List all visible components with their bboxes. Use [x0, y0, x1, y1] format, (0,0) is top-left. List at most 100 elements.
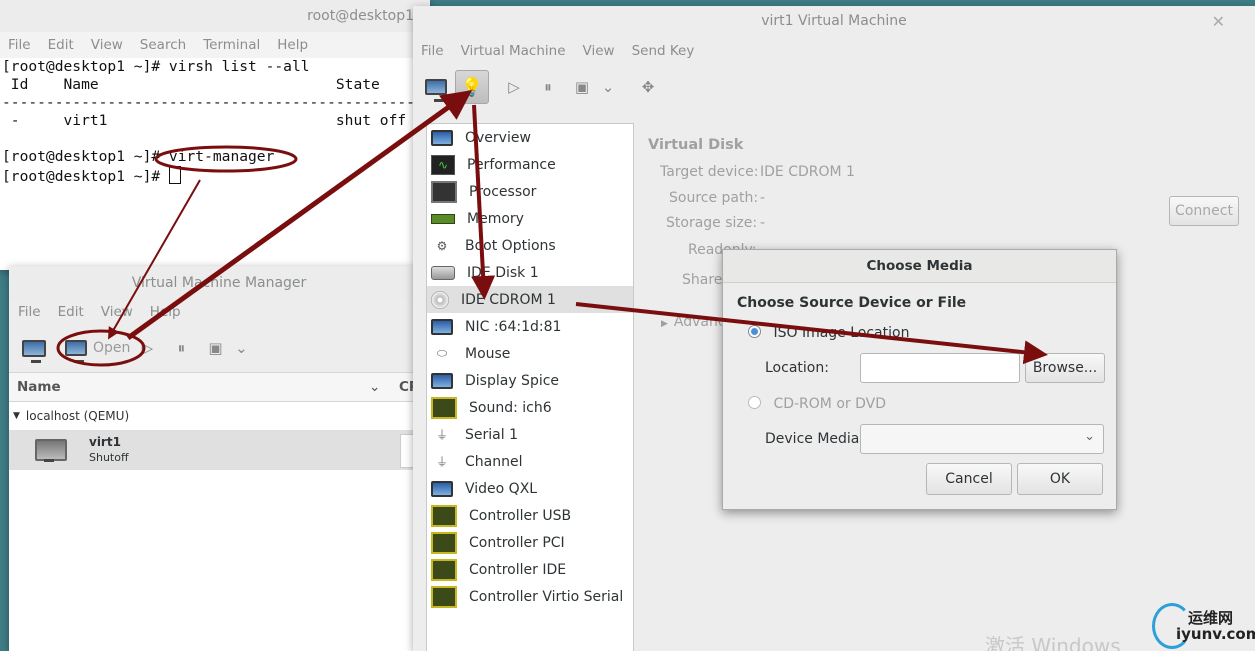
- shutdown-icon[interactable]: ▣: [202, 337, 228, 359]
- menu-file[interactable]: File: [18, 304, 41, 320]
- menu-terminal[interactable]: Terminal: [203, 37, 260, 53]
- new-vm-button[interactable]: [21, 337, 47, 363]
- chevron-down-icon[interactable]: ⌄: [595, 76, 621, 98]
- open-label: Open: [93, 340, 131, 356]
- terminal-line: [root@desktop1 ~]# virsh list --all: [2, 58, 310, 75]
- vm-row[interactable]: virt1 Shutoff: [9, 430, 429, 470]
- expander-icon[interactable]: ▼: [13, 411, 20, 421]
- radio-icon: [748, 396, 761, 409]
- hw-label: IDE CDROM 1: [461, 291, 556, 308]
- source-path-label: Source path:: [669, 190, 759, 206]
- menu-file[interactable]: File: [8, 37, 31, 53]
- hw-label: Controller Virtio Serial: [469, 588, 624, 605]
- hw-item-boot-options[interactable]: ⚙ Boot Options: [427, 232, 633, 259]
- disk-icon: [431, 265, 455, 280]
- radio-selected-icon: [748, 325, 761, 338]
- hw-item-ide-disk[interactable]: IDE Disk 1: [427, 259, 633, 286]
- hw-item-nic[interactable]: NIC :64:1d:81: [427, 313, 633, 340]
- hw-item-sound[interactable]: Sound: ich6: [427, 394, 633, 421]
- details-button[interactable]: 💡: [455, 70, 489, 104]
- menu-edit[interactable]: Edit: [48, 37, 74, 53]
- menu-help[interactable]: Help: [277, 37, 308, 53]
- terminal-output[interactable]: [root@desktop1 ~]# virsh list --all Id N…: [0, 58, 430, 186]
- controller-icon: [431, 531, 457, 554]
- shutdown-icon[interactable]: ▣: [569, 76, 595, 98]
- menu-view[interactable]: View: [583, 43, 615, 59]
- hw-label: Performance: [467, 156, 556, 173]
- hw-item-controller-ide[interactable]: Controller IDE: [427, 556, 633, 583]
- browse-button[interactable]: Browse...: [1025, 353, 1105, 383]
- cdrom-label: CD-ROM or DVD: [773, 396, 886, 412]
- vmm-toolbar: Open ▷ ⏸ ▣ ⌄: [9, 324, 429, 372]
- hw-item-controller-pci[interactable]: Controller PCI: [427, 529, 633, 556]
- menu-view[interactable]: View: [101, 304, 133, 320]
- hw-label: Video QXL: [465, 480, 538, 497]
- hw-item-display[interactable]: Display Spice: [427, 367, 633, 394]
- menu-send-key[interactable]: Send Key: [632, 43, 695, 59]
- hw-item-channel[interactable]: ⏚ Channel: [427, 448, 633, 475]
- channel-icon: ⏚: [435, 455, 448, 469]
- run-icon[interactable]: ▷: [134, 337, 160, 359]
- hw-item-processor[interactable]: Processor: [427, 178, 633, 205]
- hw-item-mouse[interactable]: ⬭ Mouse: [427, 340, 633, 367]
- menu-search[interactable]: Search: [140, 37, 186, 53]
- menu-file[interactable]: File: [421, 43, 444, 59]
- hw-item-ide-cdrom[interactable]: IDE CDROM 1: [427, 286, 633, 313]
- cdrom-icon: [431, 290, 449, 309]
- iso-label: ISO Image Location: [773, 325, 910, 341]
- hw-item-overview[interactable]: Overview: [427, 124, 633, 151]
- terminal-line: - virt1 shut off: [2, 112, 407, 129]
- section-title: Virtual Disk: [648, 137, 744, 153]
- site-logo: 运维网 iyunv.com: [1150, 603, 1255, 651]
- iso-radio[interactable]: ISO Image Location: [748, 325, 909, 341]
- hw-label: Memory: [467, 210, 524, 227]
- cdrom-radio[interactable]: CD-ROM or DVD: [748, 396, 886, 412]
- storage-size-value: -: [760, 215, 766, 231]
- choose-media-dialog: Choose Media Choose Source Device or Fil…: [722, 249, 1117, 510]
- console-button[interactable]: [423, 76, 449, 102]
- run-icon[interactable]: ▷: [501, 76, 527, 98]
- hw-item-controller-virtio-serial[interactable]: Controller Virtio Serial: [427, 583, 633, 610]
- hw-item-memory[interactable]: Memory: [427, 205, 633, 232]
- target-device-label: Target device:: [660, 164, 759, 180]
- connect-button[interactable]: Connect: [1169, 196, 1239, 226]
- hw-item-serial[interactable]: ⏚ Serial 1: [427, 421, 633, 448]
- chevron-down-icon[interactable]: ⌄: [369, 379, 380, 395]
- hw-label: Controller IDE: [469, 561, 567, 578]
- hw-label: Overview: [465, 129, 531, 146]
- vmm-menubar: File Edit View Help: [9, 300, 429, 324]
- chevron-down-icon[interactable]: ⌄: [228, 337, 254, 359]
- hw-item-video[interactable]: Video QXL: [427, 475, 633, 502]
- close-icon[interactable]: ✕: [1212, 12, 1225, 31]
- menu-virtual-machine[interactable]: Virtual Machine: [461, 43, 566, 59]
- menu-help[interactable]: Help: [150, 304, 181, 320]
- dialog-heading: Choose Source Device or File: [737, 295, 967, 311]
- pause-icon[interactable]: ⏸: [168, 337, 194, 359]
- monitor-icon: [65, 340, 87, 363]
- lightbulb-icon: 💡: [460, 76, 484, 98]
- hw-item-performance[interactable]: ∿ Performance: [427, 151, 633, 178]
- cpu-icon: [431, 180, 457, 203]
- source-path-value: -: [760, 190, 766, 206]
- device-media-select[interactable]: ⌄: [860, 424, 1104, 454]
- menu-view[interactable]: View: [91, 37, 123, 53]
- location-input[interactable]: [860, 353, 1020, 383]
- pause-icon[interactable]: ⏸: [535, 76, 561, 98]
- sound-icon: [431, 396, 457, 419]
- ok-button[interactable]: OK: [1017, 463, 1103, 495]
- hw-item-controller-usb[interactable]: Controller USB: [427, 502, 633, 529]
- vm-details-title: virt1 Virtual Machine: [413, 6, 1255, 36]
- cancel-button[interactable]: Cancel: [926, 463, 1012, 495]
- col-name[interactable]: Name: [17, 379, 61, 395]
- connection-row[interactable]: ▼ localhost (QEMU): [9, 402, 429, 430]
- menu-edit[interactable]: Edit: [58, 304, 84, 320]
- storage-size-label: Storage size:: [666, 215, 758, 231]
- hw-label: Controller USB: [469, 507, 572, 524]
- memory-icon: [431, 213, 455, 224]
- fullscreen-icon[interactable]: ✥: [635, 76, 661, 98]
- vm-list-header: Name ⌄ CPU: [9, 372, 429, 402]
- controller-icon: [431, 558, 457, 581]
- open-button[interactable]: Open: [65, 340, 131, 363]
- hw-label: NIC :64:1d:81: [465, 318, 562, 335]
